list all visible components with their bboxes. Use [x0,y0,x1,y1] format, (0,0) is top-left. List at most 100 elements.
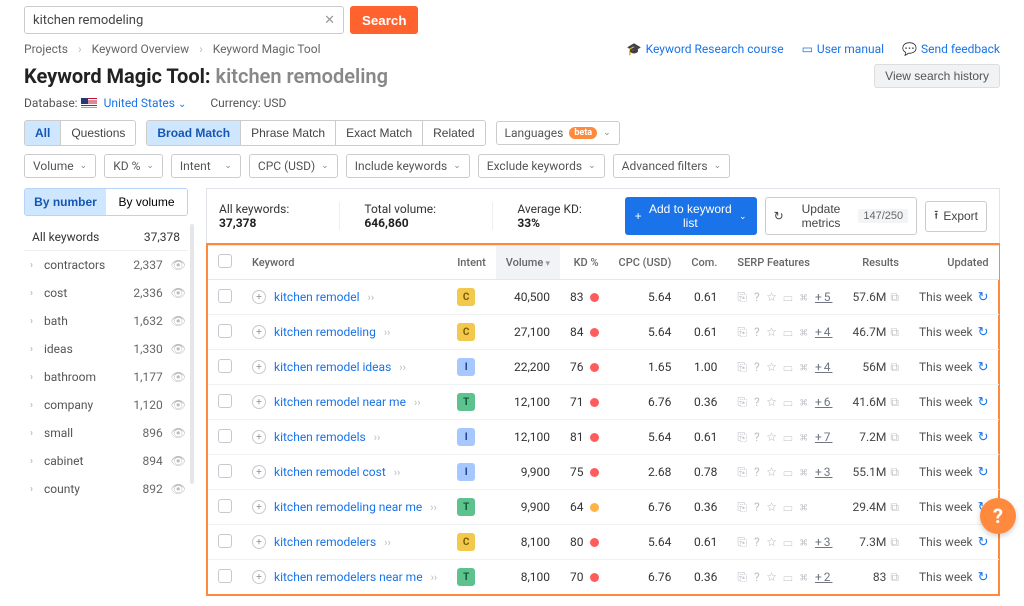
eye-icon[interactable]: 👁 [171,426,186,440]
link-research-course[interactable]: 🎓Keyword Research course [627,42,784,56]
database-selector[interactable]: Database: United States ⌄ [24,96,186,110]
breadcrumb-overview[interactable]: Keyword Overview [92,42,190,56]
eye-icon[interactable]: 👁 [171,454,186,468]
keyword-link[interactable]: kitchen remodeling near me [274,500,422,514]
row-checkbox[interactable] [218,534,232,548]
eye-icon[interactable]: 👁 [171,314,186,328]
serp-features[interactable]: ⎘ ? ☆ ▭ ⌘ +5 [737,290,832,305]
add-keyword-icon[interactable]: + [252,290,266,304]
col-kd[interactable]: KD % [560,246,609,280]
add-keyword-icon[interactable]: + [252,535,266,549]
add-to-keyword-list-button[interactable]: + Add to keyword list ⌄ [625,197,757,235]
sort-by-number[interactable]: By number [25,189,106,215]
search-input[interactable]: kitchen remodeling ✕ [24,6,344,34]
eye-icon[interactable]: 👁 [171,342,186,356]
serp-features[interactable]: ⎘ ? ☆ ▭ ⌘ +6 [737,395,832,410]
serp-more-count[interactable]: +2 [815,570,833,584]
refresh-icon[interactable]: ↻ [978,394,989,410]
add-keyword-icon[interactable]: + [252,325,266,339]
copy-icon[interactable]: ⧉ [890,325,899,340]
double-chevron-icon[interactable]: ›› [368,291,375,304]
refresh-icon[interactable]: ↻ [978,534,989,550]
clear-icon[interactable]: ✕ [324,12,335,28]
col-intent[interactable]: Intent [447,246,496,280]
help-button[interactable]: ? [980,498,1016,534]
copy-icon[interactable]: ⧉ [890,395,899,410]
filter-cpc[interactable]: CPC (USD)⌄ [249,154,338,178]
sidebar-group-item[interactable]: ›bathroom1,177👁 [24,363,188,391]
row-checkbox[interactable] [218,499,232,513]
sidebar-all-keywords[interactable]: All keywords 37,378 [24,224,188,251]
serp-more-count[interactable]: +3 [815,465,833,479]
keyword-link[interactable]: kitchen remodel ideas [274,360,391,374]
sidebar-group-item[interactable]: ›cost2,336👁 [24,279,188,307]
select-all-checkbox[interactable] [218,254,232,268]
serp-more-count[interactable]: +7 [815,430,833,444]
col-volume[interactable]: Volume [496,246,560,280]
filter-kd[interactable]: KD %⌄ [104,154,163,178]
copy-icon[interactable]: ⧉ [890,570,899,585]
row-checkbox[interactable] [218,324,232,338]
double-chevron-icon[interactable]: ›› [399,361,406,374]
row-checkbox[interactable] [218,429,232,443]
serp-more-count[interactable]: +5 [815,290,833,304]
tab-exact-match[interactable]: Exact Match [336,121,423,145]
row-checkbox[interactable] [218,359,232,373]
col-keyword[interactable]: Keyword [242,246,447,280]
serp-features[interactable]: ⎘ ? ☆ ▭ ⌘ +3 [737,465,832,480]
sidebar-group-item[interactable]: ›ideas1,330👁 [24,335,188,363]
tab-phrase-match[interactable]: Phrase Match [241,121,336,145]
serp-more-count[interactable]: +4 [815,360,833,374]
col-results[interactable]: Results [843,246,909,280]
add-keyword-icon[interactable]: + [252,430,266,444]
link-send-feedback[interactable]: 💬Send feedback [902,42,1000,56]
refresh-icon[interactable]: ↻ [978,464,989,480]
sidebar-group-item[interactable]: ›company1,120👁 [24,391,188,419]
double-chevron-icon[interactable]: ›› [430,501,437,514]
copy-icon[interactable]: ⧉ [890,430,899,445]
col-com[interactable]: Com. [681,246,727,280]
double-chevron-icon[interactable]: ›› [394,466,401,479]
sort-by-volume[interactable]: By volume [106,189,187,215]
tab-related[interactable]: Related [423,121,484,145]
filter-include-keywords[interactable]: Include keywords⌄ [346,154,470,178]
sidebar-group-item[interactable]: ›small896👁 [24,419,188,447]
keyword-link[interactable]: kitchen remodeling [274,325,376,339]
serp-features[interactable]: ⎘ ? ☆ ▭ ⌘ +2 [737,570,832,585]
refresh-icon[interactable]: ↻ [978,569,989,585]
update-metrics-button[interactable]: ↻ Update metrics 147/250 [765,197,918,235]
export-button[interactable]: ⭱ Export [925,201,987,232]
serp-features[interactable]: ⎘ ? ☆ ▭ ⌘ [737,500,810,515]
copy-icon[interactable]: ⧉ [890,500,899,515]
serp-features[interactable]: ⎘ ? ☆ ▭ ⌘ +4 [737,325,832,340]
link-user-manual[interactable]: ▭User manual [802,42,884,56]
row-checkbox[interactable] [218,464,232,478]
copy-icon[interactable]: ⧉ [890,290,899,305]
eye-icon[interactable]: 👁 [171,482,186,496]
serp-features[interactable]: ⎘ ? ☆ ▭ ⌘ +4 [737,360,832,375]
refresh-icon[interactable]: ↻ [978,429,989,445]
tab-questions[interactable]: Questions [61,121,135,145]
col-updated[interactable]: Updated [909,246,999,280]
tab-all[interactable]: All [25,121,61,145]
serp-more-count[interactable]: +3 [815,535,833,549]
sidebar-scrollbar[interactable] [190,224,194,484]
serp-features[interactable]: ⎘ ? ☆ ▭ ⌘ +3 [737,535,832,550]
add-keyword-icon[interactable]: + [252,500,266,514]
add-keyword-icon[interactable]: + [252,465,266,479]
eye-icon[interactable]: 👁 [171,286,186,300]
col-cpc[interactable]: CPC (USD) [609,246,682,280]
row-checkbox[interactable] [218,394,232,408]
sidebar-group-item[interactable]: ›county892👁 [24,475,188,503]
eye-icon[interactable]: 👁 [171,370,186,384]
row-checkbox[interactable] [218,289,232,303]
col-serp-features[interactable]: SERP Features [727,246,842,280]
filter-exclude-keywords[interactable]: Exclude keywords⌄ [478,154,605,178]
sidebar-group-item[interactable]: ›cabinet894👁 [24,447,188,475]
tab-broad-match[interactable]: Broad Match [147,121,241,145]
filter-intent[interactable]: Intent⌄ [171,154,241,178]
refresh-icon[interactable]: ↻ [978,359,989,375]
view-history-button[interactable]: View search history [874,64,1000,88]
eye-icon[interactable]: 👁 [171,258,186,272]
double-chevron-icon[interactable]: ›› [431,571,438,584]
